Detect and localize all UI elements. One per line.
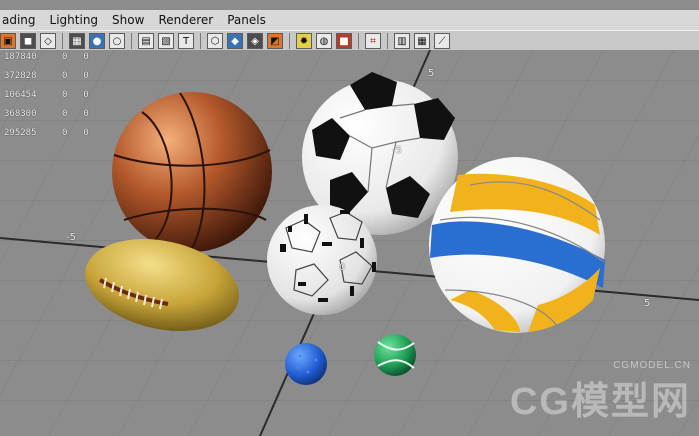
hud-row: 372828 0 0 <box>4 71 89 81</box>
hud-row: 295285 0 0 <box>4 128 89 138</box>
image-plane-icon[interactable]: ▧ <box>158 33 174 49</box>
hud-row: 368300 0 0 <box>4 109 89 119</box>
shadow-icon[interactable]: ■ <box>336 33 352 49</box>
toolbar-separator <box>289 33 290 49</box>
render-icon[interactable]: ◇ <box>40 33 56 49</box>
lights-icon[interactable]: ◍ <box>316 33 332 49</box>
shade-icon[interactable]: ● <box>89 33 105 49</box>
textured-icon[interactable]: ✹ <box>296 33 312 49</box>
hud-row: 106454 0 0 <box>4 90 89 100</box>
heads-up-display: 187840 0 0 372828 0 0 106454 0 0 368300 0 0 2952… <box>4 48 89 143</box>
menu-lighting[interactable]: Lighting <box>48 13 101 27</box>
isolate-icon[interactable]: ◆ <box>227 33 243 49</box>
3d-viewport[interactable] <box>0 50 699 436</box>
grid-icon[interactable]: ▥ <box>394 33 410 49</box>
material-icon[interactable]: ▣ <box>0 33 16 49</box>
camera-attributes-icon[interactable]: ⟋ <box>434 33 450 49</box>
film-gate-icon[interactable]: ⬡ <box>207 33 223 49</box>
viewport-window: ading Lighting Show Renderer Panels ▣ ◼ … <box>0 0 699 436</box>
volleyball[interactable] <box>429 157 605 333</box>
axis-label-top: 5 <box>428 68 435 79</box>
menu-show[interactable]: Show <box>110 13 146 27</box>
xray-icon[interactable]: ◩ <box>267 33 283 49</box>
select-frame-icon[interactable]: ⌗ <box>365 33 381 49</box>
toolbar-separator <box>358 33 359 49</box>
camera-icon[interactable]: ▤ <box>138 33 154 49</box>
menu-panels[interactable]: Panels <box>225 13 268 27</box>
light-icon[interactable]: ○ <box>109 33 125 49</box>
basketball[interactable] <box>112 92 272 253</box>
smooth-icon[interactable]: ◈ <box>247 33 263 49</box>
viewport-toolbar: ▣ ◼ ◇ ▦ ● ○ ▤ ▧ T ⬡ ◆ ◈ ◩ ✹ ◍ ■ ⌗ ▥ ▦ ⟋ <box>0 30 699 52</box>
small-soccer-ball[interactable] <box>267 205 377 315</box>
axis-label-center-lower: 0 <box>339 262 346 273</box>
toolbar-separator <box>387 33 388 49</box>
wire-icon[interactable]: ▦ <box>69 33 85 49</box>
menu-shading[interactable]: ading <box>0 13 38 27</box>
menu-renderer[interactable]: Renderer <box>156 13 215 27</box>
golf-ball[interactable] <box>285 343 327 385</box>
menu-bar: ading Lighting Show Renderer Panels <box>0 10 699 30</box>
resolution-gate-icon[interactable]: T <box>178 33 194 49</box>
axis-label-right: 5 <box>644 298 651 309</box>
ambient-occlusion-icon[interactable]: ▦ <box>414 33 430 49</box>
toolbar-separator <box>200 33 201 49</box>
axis-label-left: -5 <box>66 232 76 243</box>
texture-icon[interactable]: ◼ <box>20 33 36 49</box>
tennis-ball[interactable] <box>374 334 416 376</box>
toolbar-separator <box>62 33 63 49</box>
hud-row: 187840 0 0 <box>4 52 89 62</box>
axis-label-center-upper: -5 <box>392 145 402 156</box>
toolbar-separator <box>131 33 132 49</box>
